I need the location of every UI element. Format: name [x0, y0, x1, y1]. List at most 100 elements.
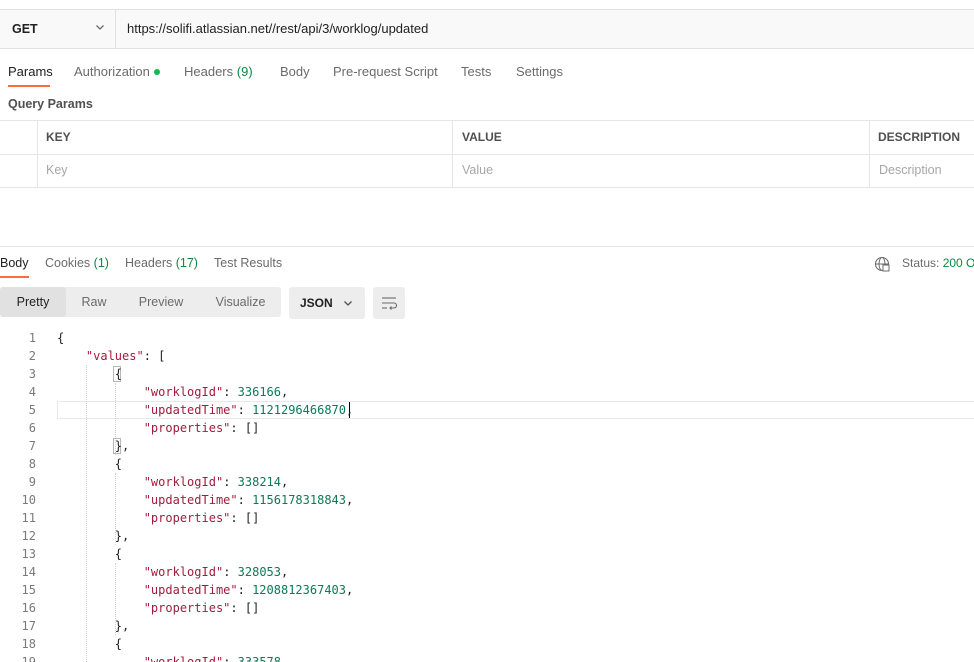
tab-headers[interactable]: Headers (9): [184, 64, 253, 79]
column-divider: [869, 121, 870, 187]
code-text: {: [57, 329, 64, 347]
json-punctuation: : []: [230, 601, 260, 615]
line-number: 8: [28, 457, 36, 471]
line-number: 7: [28, 439, 36, 453]
method-label: GET: [12, 22, 38, 36]
column-divider: [37, 121, 38, 187]
tab-settings[interactable]: Settings: [516, 64, 563, 79]
line-number: 10: [21, 493, 36, 507]
url-input[interactable]: https://solifi.atlassian.net//rest/api/3…: [127, 10, 428, 48]
code-line: 8 {: [0, 455, 974, 473]
wrap-lines-icon: [382, 297, 398, 310]
json-punctuation: [57, 565, 144, 579]
json-key: "properties": [143, 421, 231, 435]
response-tab-cookies[interactable]: Cookies (1): [45, 256, 109, 270]
json-punctuation: :: [237, 583, 253, 597]
json-key: "properties": [143, 601, 231, 615]
json-key: "worklogId": [143, 655, 224, 662]
view-mode-visualize[interactable]: Visualize: [202, 287, 279, 317]
code-line: 16 "properties": []: [0, 599, 974, 617]
column-header-key: KEY: [46, 130, 71, 144]
wrap-lines-button[interactable]: [373, 287, 405, 319]
response-body-editor[interactable]: 1{2 "values": [3 {4 "worklogId": 336166,…: [0, 329, 974, 662]
code-line: 10 "updatedTime": 1156178318843,: [0, 491, 974, 509]
view-mode-control: Pretty Raw Preview Visualize: [0, 287, 281, 317]
json-punctuation: :: [237, 493, 253, 507]
json-punctuation: },: [57, 439, 130, 453]
json-number: 333578: [237, 655, 281, 662]
code-text: "updatedTime": 1121296466870,: [57, 401, 354, 419]
json-punctuation: ,: [281, 475, 289, 489]
tab-authorization-label: Authorization: [74, 64, 150, 79]
tab-prerequest-script[interactable]: Pre-request Script: [333, 64, 438, 79]
format-select[interactable]: JSON: [289, 287, 365, 319]
tab-body[interactable]: Body: [280, 64, 310, 79]
json-punctuation: },: [57, 529, 130, 543]
code-text: "updatedTime": 1156178318843,: [57, 491, 354, 509]
pane-divider[interactable]: [0, 246, 974, 247]
tab-headers-count: (9): [236, 64, 253, 79]
view-mode-raw[interactable]: Raw: [68, 287, 120, 317]
code-line: 2 "values": [: [0, 347, 974, 365]
code-text: "worklogId": 336166,: [57, 383, 289, 401]
line-number: 2: [28, 349, 36, 363]
query-params-title: Query Params: [8, 97, 93, 111]
json-number: 1156178318843: [252, 493, 346, 507]
code-line: 12 },: [0, 527, 974, 545]
description-input[interactable]: Description: [879, 163, 942, 177]
line-number: 1: [28, 331, 36, 345]
json-punctuation: {: [57, 331, 65, 345]
json-key: "updatedTime": [143, 583, 238, 597]
code-text: },: [57, 527, 129, 545]
chevron-down-icon: [344, 301, 352, 306]
method-select[interactable]: GET: [0, 10, 116, 48]
view-mode-pretty[interactable]: Pretty: [0, 287, 66, 317]
code-text: "properties": []: [57, 599, 260, 617]
json-punctuation: ,: [281, 385, 289, 399]
json-punctuation: [57, 583, 144, 597]
response-tab-test-results[interactable]: Test Results: [214, 256, 282, 270]
chevron-down-icon: [96, 25, 104, 30]
line-number: 14: [21, 565, 36, 579]
status-value: 200 O: [942, 256, 974, 270]
response-tab-body[interactable]: Body: [0, 256, 29, 270]
code-text: "properties": []: [57, 509, 260, 527]
json-punctuation: : []: [230, 511, 260, 525]
key-input[interactable]: Key: [46, 163, 68, 177]
json-punctuation: [57, 655, 144, 662]
code-text: {: [57, 635, 122, 653]
json-key: "updatedTime": [143, 493, 238, 507]
tab-authorization[interactable]: Authorization: [74, 64, 160, 79]
response-status: Status: 200 O: [902, 256, 974, 270]
code-line: 15 "updatedTime": 1208812367403,: [0, 581, 974, 599]
json-punctuation: [57, 493, 144, 507]
status-dot-icon: [153, 68, 160, 75]
table-divider: [0, 154, 974, 155]
tab-tests[interactable]: Tests: [461, 64, 491, 79]
globe-icon[interactable]: [874, 256, 890, 272]
code-text: "values": [: [57, 347, 165, 365]
json-key: "properties": [143, 511, 231, 525]
json-number: 1208812367403: [252, 583, 346, 597]
json-number: 328053: [237, 565, 281, 579]
column-header-description: DESCRIPTION: [878, 130, 961, 144]
code-line: 19 "worklogId": 333578: [0, 653, 974, 662]
json-punctuation: :: [223, 565, 238, 579]
code-line: 17 },: [0, 617, 974, 635]
json-punctuation: [57, 421, 144, 435]
json-number: 336166: [237, 385, 281, 399]
response-tab-headers[interactable]: Headers (17): [125, 256, 198, 270]
json-punctuation: {: [57, 367, 123, 381]
code-text: },: [57, 617, 129, 635]
response-tab-cookies-count: (1): [93, 256, 109, 270]
line-number: 6: [28, 421, 36, 435]
json-punctuation: {: [57, 547, 123, 561]
tab-params[interactable]: Params: [8, 64, 53, 79]
json-key: "updatedTime": [143, 403, 238, 417]
format-label: JSON: [300, 296, 333, 310]
value-input[interactable]: Value: [462, 163, 493, 177]
view-mode-preview[interactable]: Preview: [126, 287, 196, 317]
json-key: "worklogId": [143, 385, 224, 399]
json-punctuation: :: [223, 475, 238, 489]
json-punctuation: [57, 601, 144, 615]
